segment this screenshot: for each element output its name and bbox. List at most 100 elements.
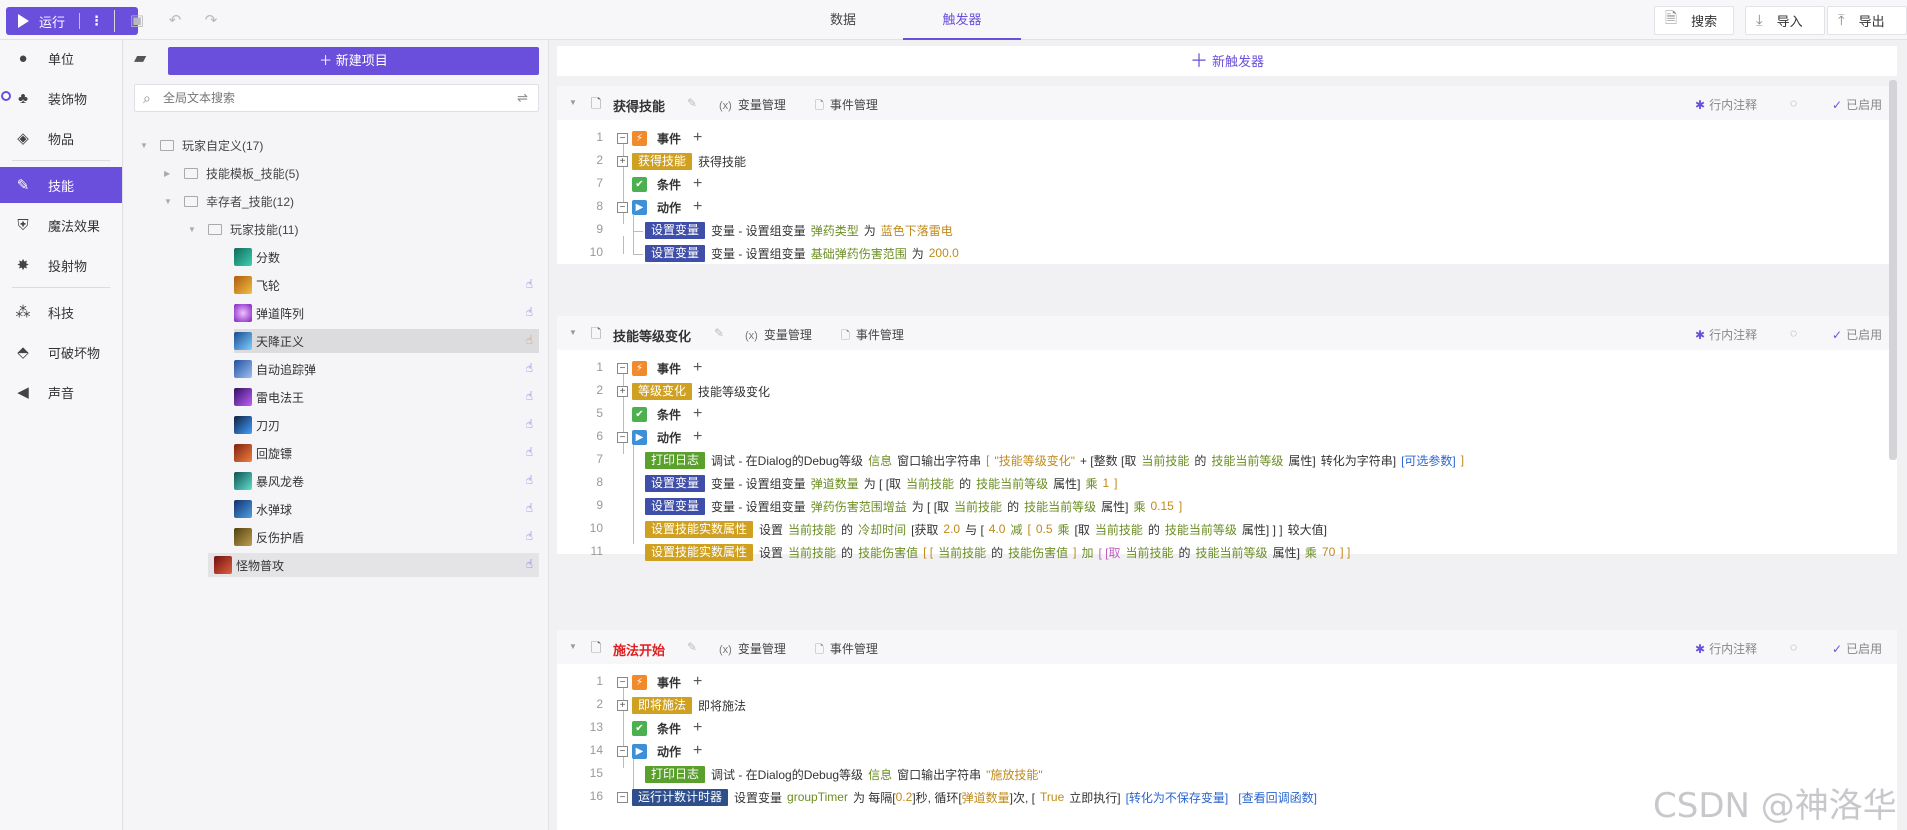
param-value[interactable]: 0.15 (1150, 499, 1173, 513)
skill-item[interactable]: 自动追踪弹 ☝ (234, 357, 539, 381)
skill-item[interactable]: 水弹球 ☝ (234, 497, 539, 521)
global-search-box[interactable]: ⌕ ⇌ (134, 84, 539, 112)
param-value[interactable]: 0.5 (1036, 522, 1053, 536)
action-row[interactable]: 设置变量 变量 - 设置组变量 弹道数量为 [ [取 当前技能的技能当前等级 属性] 乘 1… (645, 473, 1117, 493)
run-button[interactable]: 运行 ⋮ (6, 7, 138, 35)
collapse-arrow-icon[interactable]: ▼ (164, 197, 174, 206)
add-action-icon[interactable]: + (693, 742, 702, 760)
event-tag[interactable]: 获得技能 (632, 152, 693, 170)
variable-manage-link[interactable]: (x) 变量管理 (745, 326, 812, 343)
action-row[interactable]: 设置技能实数属性 设置 当前技能的技能伤害值[ [当前技能的技能伤害值] 加[ [取当… (645, 542, 1350, 562)
event-row[interactable]: + 等级变化 技能等级变化 (617, 381, 770, 401)
tab-triggers[interactable]: 触发器 (903, 0, 1021, 40)
param-value[interactable]: 当前技能 (788, 544, 836, 561)
pointer-hand-icon[interactable]: ☝ (526, 557, 533, 571)
nav-item-unit[interactable]: ● 单位 (0, 40, 122, 76)
trigger-title[interactable]: 技能等级变化 (613, 326, 691, 345)
undo-icon[interactable]: ↶ (166, 12, 184, 30)
param-op[interactable]: 加 (1081, 544, 1093, 561)
skill-item[interactable]: 弹道阵列 ☝ (234, 301, 539, 325)
param-op[interactable]: 乘 (1085, 475, 1097, 492)
view-callback-link[interactable]: [查看回调函数] (1238, 789, 1317, 806)
param-value[interactable]: 70 (1322, 545, 1335, 559)
event-tag[interactable]: 即将施法 (632, 696, 693, 714)
event-manage-link[interactable]: 🗋 事件管理 (841, 326, 904, 346)
param-value[interactable]: 技能当前等级 (1024, 498, 1096, 515)
param-value[interactable]: 当前技能 (906, 475, 954, 492)
add-action-icon[interactable]: + (693, 198, 702, 216)
collapse-box-icon[interactable]: − (617, 676, 628, 688)
inline-comment-toggle[interactable]: ✱ 行内注释 (1695, 326, 1757, 343)
collapse-arrow-icon[interactable]: ▼ (569, 328, 577, 337)
pointer-hand-icon[interactable]: ☝ (526, 529, 533, 543)
action-tag[interactable]: 设置变量 (645, 497, 706, 515)
action-row[interactable]: 打印日志 调试 - 在Dialog的Debug等级 信息 窗口输出字符串 ["技能等级变… (645, 450, 1464, 470)
param-value[interactable]: 200.0 (929, 246, 959, 260)
param-op[interactable]: 乘 (1058, 521, 1070, 538)
param-value[interactable]: 技能当前等级 (1196, 544, 1268, 561)
param-value[interactable]: 技能当前等级 (976, 475, 1048, 492)
pointer-hand-icon[interactable]: ☝ (526, 417, 533, 431)
refresh-icon[interactable]: ◌ (1790, 326, 1797, 340)
param-value[interactable]: 信息 (868, 452, 892, 469)
nav-item-tech[interactable]: ⁂ 科技 (0, 294, 122, 330)
collapse-arrow-icon[interactable]: ▼ (569, 98, 577, 107)
param-variable[interactable]: 弹道数量 (811, 475, 859, 492)
param-value[interactable]: 0.2 (896, 790, 913, 804)
new-trigger-button[interactable]: ＋新触发器 (557, 46, 1897, 76)
param-value[interactable]: 蓝色下落雷电 (881, 222, 953, 239)
nav-item-projectile[interactable]: ✸ 投射物 (0, 247, 122, 283)
variable-manage-link[interactable]: (x) 变量管理 (719, 640, 786, 657)
vertical-scrollbar[interactable] (1889, 80, 1897, 460)
collapse-arrow-icon[interactable]: ▼ (569, 642, 577, 651)
nav-item-item[interactable]: ◈ 物品 (0, 120, 122, 156)
action-tag[interactable]: 设置技能实数属性 (645, 520, 754, 538)
param-variable[interactable]: groupTimer (787, 790, 848, 804)
param-op[interactable]: 乘 (1133, 498, 1145, 515)
param-value[interactable]: 当前技能 (788, 521, 836, 538)
enabled-toggle[interactable]: ✓ 已启用 (1832, 96, 1882, 113)
param-value[interactable]: 技能伤害值 (858, 544, 918, 561)
variable-manage-link[interactable]: (x) 变量管理 (719, 96, 786, 113)
skill-item[interactable]: 怪物普攻 ☝ (208, 553, 539, 577)
enabled-toggle[interactable]: ✓ 已启用 (1832, 326, 1882, 343)
action-tag[interactable]: 运行计数计时器 (632, 788, 729, 806)
add-event-icon[interactable]: + (693, 359, 702, 377)
skill-item[interactable]: 刀刃 ☝ (234, 413, 539, 437)
param-value[interactable]: 当前技能 (954, 498, 1002, 515)
export-button[interactable]: ⤒ 导出 (1827, 6, 1907, 35)
param-variable[interactable]: 基础弹药伤害范围 (811, 245, 907, 262)
refresh-icon[interactable]: ◌ (1790, 96, 1797, 110)
action-tag[interactable]: 设置变量 (645, 244, 706, 262)
collapse-arrow-icon[interactable]: ▼ (140, 141, 150, 150)
add-event-icon[interactable]: + (693, 673, 702, 691)
tree-node-template[interactable]: ▶ 技能模板_技能(5) (164, 161, 299, 185)
add-action-icon[interactable]: + (693, 428, 702, 446)
edit-icon[interactable]: ✎ (714, 326, 724, 340)
action-row[interactable]: − 运行计数计时器 设置变量 groupTimer 为 每隔[0.2]秒, 循环[弹道数… (617, 787, 1317, 807)
event-row[interactable]: + 即将施法 即将施法 (617, 695, 746, 715)
action-tag[interactable]: 设置技能实数属性 (645, 543, 754, 561)
tree-node-player-skills[interactable]: ▼ 玩家技能(11) (188, 217, 298, 241)
filter-icon[interactable]: ⇌ (517, 90, 528, 106)
collapse-box-icon[interactable]: − (617, 201, 628, 213)
collapse-box-icon[interactable]: − (617, 745, 628, 757)
import-button[interactable]: ⤓ 导入 (1745, 6, 1825, 35)
action-tag[interactable]: 设置变量 (645, 221, 706, 239)
skill-item[interactable]: 分数 (234, 245, 539, 269)
enabled-toggle[interactable]: ✓ 已启用 (1832, 640, 1882, 657)
event-row[interactable]: + 获得技能 获得技能 (617, 151, 746, 171)
nav-item-magic-effect[interactable]: ⛨ 魔法效果 (0, 207, 122, 243)
skill-item[interactable]: 暴风龙卷 ☝ (234, 469, 539, 493)
action-row[interactable]: 设置变量 变量 - 设置组变量 弹药类型为蓝色下落雷电 (645, 220, 953, 240)
param-variable[interactable]: 弹道数量 (962, 789, 1010, 806)
search-button[interactable]: 🗎 搜索 (1654, 6, 1734, 35)
collapse-box-icon[interactable]: − (617, 362, 628, 374)
param-value[interactable]: 技能当前等级 (1165, 521, 1237, 538)
param-value[interactable]: 技能伤害值 (1008, 544, 1068, 561)
expand-box-icon[interactable]: + (617, 699, 628, 711)
pointer-hand-icon[interactable]: ☝ (526, 473, 533, 487)
param-value[interactable]: "施放技能" (986, 766, 1043, 783)
param-value[interactable]: 当前技能 (938, 544, 986, 561)
add-condition-icon[interactable]: + (693, 175, 702, 193)
